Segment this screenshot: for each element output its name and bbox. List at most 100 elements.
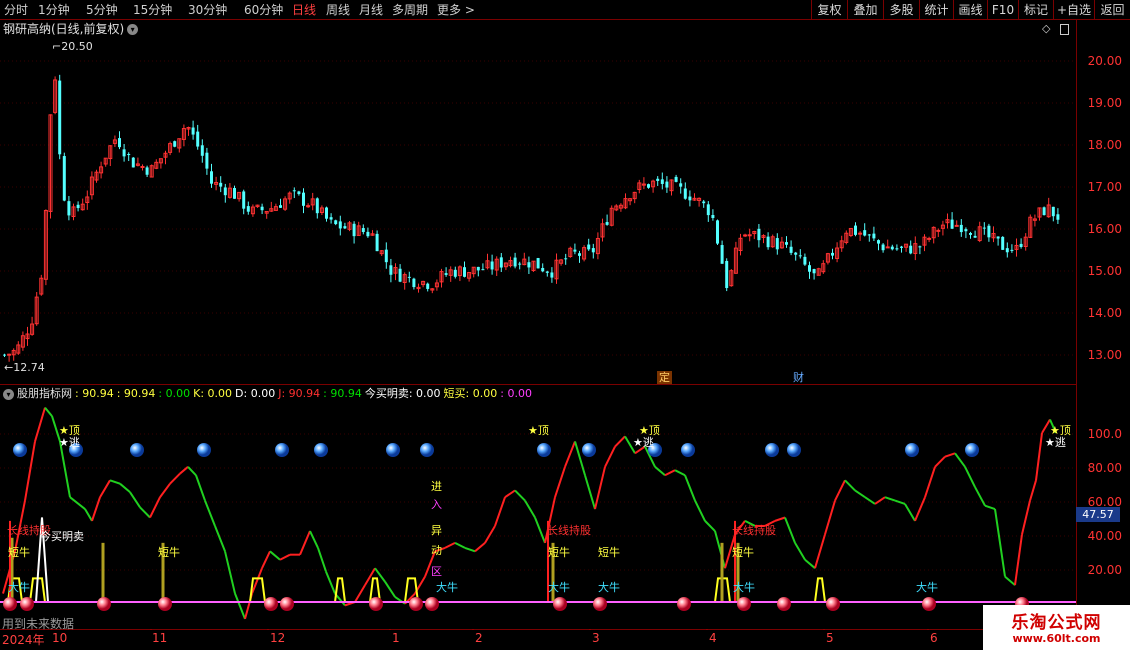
candle-body <box>389 265 393 275</box>
short-bull-label: 短牛 <box>598 546 620 559</box>
candle-body <box>131 157 135 168</box>
sell-ball-icon <box>13 443 27 457</box>
sell-ball-icon <box>275 443 289 457</box>
j-line-segment <box>224 551 236 594</box>
chart-canvas[interactable] <box>0 0 1076 630</box>
j-line-segment <box>474 542 486 553</box>
candle-body <box>352 223 356 237</box>
j-line-segment <box>454 541 466 549</box>
j-line-segment <box>204 500 216 527</box>
candle-body <box>706 204 710 216</box>
j-line-segment <box>384 581 396 598</box>
candle-body <box>573 249 577 252</box>
j-line-segment <box>1021 500 1031 535</box>
j-line-segment <box>904 503 916 522</box>
sell-ball-icon <box>582 443 596 457</box>
candle-body <box>536 258 540 269</box>
candle-body <box>545 271 549 273</box>
event-marker-ding[interactable]: 定 <box>657 371 672 384</box>
candle-body <box>325 207 328 219</box>
candle-body <box>775 238 779 250</box>
j-line-segment <box>984 504 996 510</box>
candle-body <box>794 252 798 255</box>
buy-ball-icon <box>425 597 439 611</box>
j-line-segment <box>139 506 151 519</box>
buy-ball-icon <box>409 597 423 611</box>
candle-body <box>872 233 876 239</box>
j-line-segment <box>119 482 131 493</box>
sell-ball-icon <box>787 443 801 457</box>
candle-body <box>329 217 333 220</box>
candle-body <box>743 234 748 237</box>
candle-body <box>954 224 959 227</box>
j-line-segment <box>279 553 291 561</box>
site-watermark: 乐淘公式网 www.60lt.com <box>983 605 1130 650</box>
candle-body <box>343 226 347 229</box>
j-line-segment <box>159 483 171 498</box>
j-line-segment <box>464 546 476 553</box>
j-line-segment <box>994 508 1006 577</box>
price-tick: 18.00 <box>1087 138 1122 152</box>
candle-body <box>890 246 894 250</box>
candle-body <box>711 215 715 219</box>
big-bull-label: 大牛 <box>733 581 755 594</box>
j-line-segment <box>704 520 716 532</box>
date-label: 1 <box>392 631 400 645</box>
current-value-badge: 47.57 <box>1076 507 1120 522</box>
j-line-segment <box>59 441 71 498</box>
j-line-segment <box>109 479 121 485</box>
j-line-segment <box>784 517 796 544</box>
candle-body <box>145 167 149 175</box>
j-line-segment <box>614 435 626 448</box>
buy-ball-icon <box>922 597 936 611</box>
date-label: 2024年 <box>2 633 45 647</box>
event-marker-cai[interactable]: 财 <box>791 371 806 384</box>
candle-body <box>605 222 609 225</box>
candle-body <box>808 265 811 272</box>
watermark-url: www.60lt.com <box>1012 632 1101 645</box>
candle-body <box>863 230 867 236</box>
j-line-segment <box>91 496 101 522</box>
low-price-label: ←12.74 <box>4 361 45 374</box>
buy-ball-icon <box>280 597 294 611</box>
candle-body <box>982 227 986 229</box>
candle-body <box>191 127 195 135</box>
candle-body <box>233 188 236 199</box>
candle-body <box>1051 206 1055 217</box>
candle-body <box>587 244 591 250</box>
candle-body <box>578 253 581 256</box>
candle-body <box>481 269 485 271</box>
j-line-segment <box>514 489 526 502</box>
sell-ball-icon <box>386 443 400 457</box>
candle-body <box>885 246 890 249</box>
candle-body <box>950 219 954 229</box>
candle-body <box>660 179 664 184</box>
candle-body <box>223 187 227 196</box>
short-bull-label: 短牛 <box>8 546 30 559</box>
candle-body <box>789 246 793 253</box>
back-button[interactable]: 返回 <box>1094 0 1130 20</box>
j-line-segment <box>69 496 86 510</box>
candle-body <box>798 255 802 257</box>
candle-body <box>702 201 706 204</box>
sell-ball-icon <box>197 443 211 457</box>
j-line-segment <box>169 472 181 485</box>
escape-marker: ★逃 <box>633 436 654 449</box>
j-line-segment <box>1004 575 1016 586</box>
candle-body <box>936 229 941 232</box>
candle-body <box>867 234 871 236</box>
candle-body <box>210 171 213 184</box>
sell-ball-icon <box>965 443 979 457</box>
big-bull-label: 大牛 <box>8 581 30 594</box>
short-bull-label: 短牛 <box>548 546 570 559</box>
j-line-segment <box>1035 432 1043 481</box>
j-line-segment <box>664 469 676 477</box>
buy-ball-icon <box>369 597 383 611</box>
j-line-segment <box>964 466 976 488</box>
candle-body <box>1019 243 1023 247</box>
indicator-tick: 80.00 <box>1087 461 1122 475</box>
j-line-segment <box>317 547 327 572</box>
candle-body <box>881 244 885 251</box>
date-label: 5 <box>826 631 834 645</box>
j-line-segment <box>299 530 311 556</box>
